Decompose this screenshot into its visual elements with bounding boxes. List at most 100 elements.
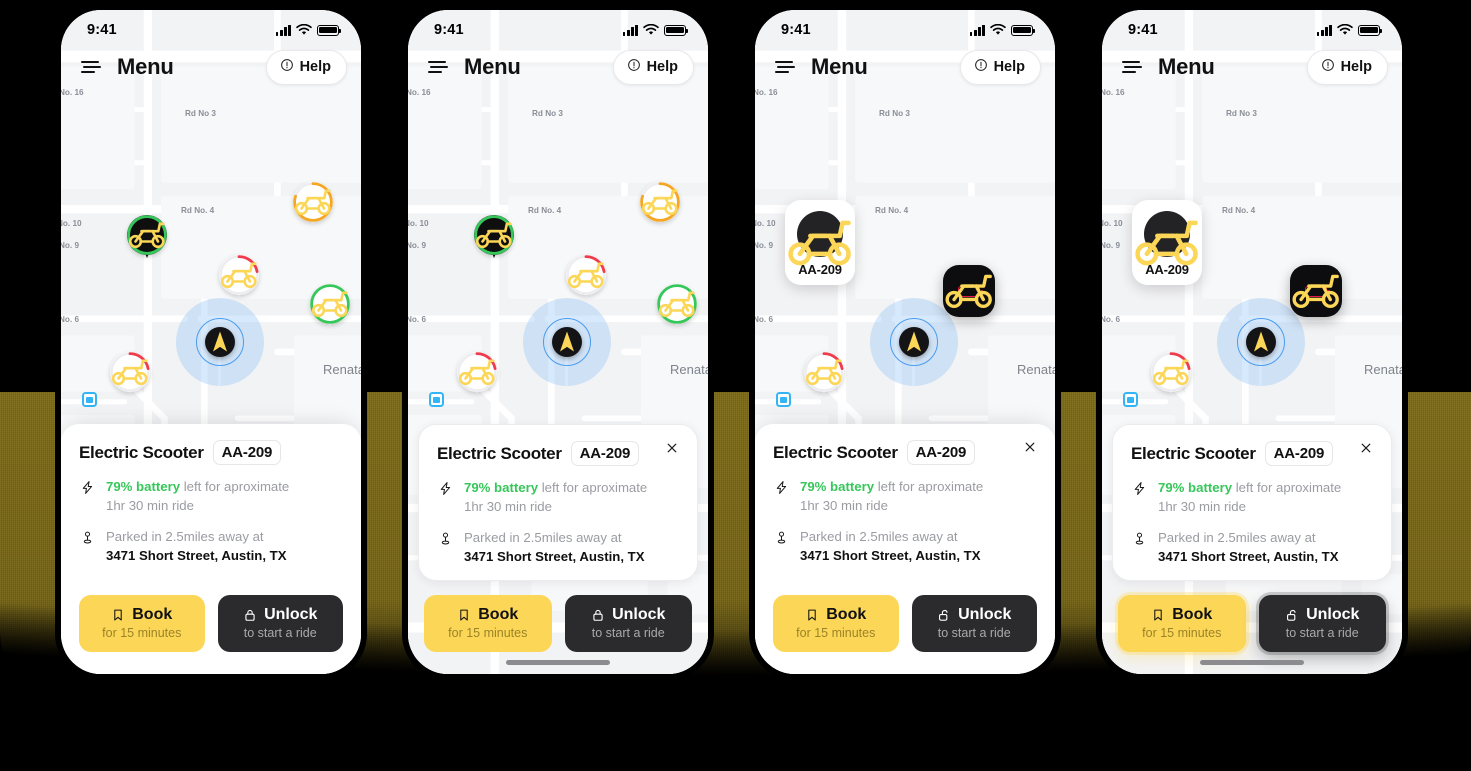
map-pin-body	[127, 215, 167, 255]
map-pin-body	[110, 352, 150, 392]
status-icons	[622, 24, 688, 36]
bottom-sheet: Electric Scooter AA-209 79% battery left f…	[418, 424, 698, 674]
help-button[interactable]: Help	[959, 49, 1041, 85]
scooter-info-card: Electric Scooter AA-209 79% battery left f…	[1112, 424, 1392, 581]
map-pin-scooter[interactable]	[1151, 352, 1191, 395]
transit-station-icon[interactable]	[429, 392, 444, 407]
battery-text: 79% battery left for aproximate 1hr 30 mi…	[800, 479, 984, 513]
hamburger-menu-icon[interactable]	[79, 57, 103, 78]
book-button-label: Book	[111, 606, 172, 624]
unlock-button[interactable]: Unlock to start a ride	[911, 595, 1037, 652]
map-pin-scooter[interactable]	[127, 215, 167, 258]
status-bar: 9:41	[61, 10, 361, 44]
wifi-icon	[643, 24, 659, 35]
card-header: Electric Scooter AA-209	[437, 441, 679, 466]
map-street-label: No. 6	[1102, 315, 1121, 324]
unlock-button[interactable]: Unlock to start a ride	[217, 595, 343, 652]
unlock-button-subtext: to start a ride	[937, 626, 1011, 640]
hamburger-menu-icon[interactable]	[773, 57, 797, 78]
battery-icon	[1358, 24, 1382, 36]
location-text: Parked in 2.5miles away at 3471 Short Str…	[800, 529, 981, 563]
page-title: Menu	[464, 54, 521, 79]
unlock-button-subtext: to start a ride	[243, 626, 317, 640]
card-title: Electric Scooter	[437, 443, 562, 463]
map-pin-scooter[interactable]	[566, 255, 606, 298]
transit-station-icon[interactable]	[1123, 392, 1138, 407]
unlock-button[interactable]: Unlock to start a ride	[564, 595, 692, 652]
status-bar: 9:41	[1102, 10, 1402, 44]
signal-bars-icon	[622, 24, 638, 36]
map-pin-scooter[interactable]	[293, 182, 333, 225]
map-pin-scooter[interactable]	[657, 284, 697, 327]
map-street-label: No. 10	[408, 219, 429, 228]
location-row: Parked in 2.5miles away at 3471 Short Str…	[773, 528, 1037, 565]
location-row: Parked in 2.5miles away at 3471 Short Str…	[79, 528, 343, 565]
book-button[interactable]: Book for 15 minutes	[424, 595, 552, 652]
phone-screen: No. 16Rd No 3Rd No. 4No. 10No. 9No. 6Ren…	[755, 10, 1055, 674]
signal-bars-icon	[969, 24, 985, 36]
phone-4: No. 16Rd No 3Rd No. 4No. 10No. 9No. 6Ren…	[1096, 4, 1408, 680]
top-bar: Menu Help	[408, 44, 708, 90]
close-card-button[interactable]	[1356, 438, 1376, 458]
bottom-sheet: Electric Scooter AA-209 79% battery left f…	[61, 424, 361, 674]
map-pin-icon	[437, 529, 454, 566]
close-card-button[interactable]	[662, 438, 682, 458]
map-pin-body	[457, 352, 497, 392]
map-street-label: No. 6	[61, 315, 80, 324]
signal-bars-icon	[1316, 24, 1332, 36]
help-button-label: Help	[993, 59, 1025, 75]
close-card-button[interactable]	[1020, 437, 1040, 457]
map-street-label: No. 10	[755, 219, 776, 228]
unlock-button-label: Unlock	[591, 606, 665, 624]
map-pin-scooter[interactable]	[457, 352, 497, 395]
transit-station-icon[interactable]	[776, 392, 791, 407]
book-button[interactable]: Book for 15 minutes	[773, 595, 899, 652]
card-title: Electric Scooter	[79, 442, 204, 462]
map-pin-scooter[interactable]	[110, 352, 150, 395]
location-text: Parked in 2.5miles away at 3471 Short Str…	[106, 529, 287, 563]
book-button-subtext: for 15 minutes	[796, 626, 876, 640]
map-street-label: No. 6	[408, 315, 427, 324]
scooter-plate-badge: AA-209	[212, 440, 282, 465]
top-bar: Menu Help	[755, 44, 1055, 90]
help-button[interactable]: Help	[265, 49, 347, 85]
user-location-marker	[523, 298, 611, 386]
status-icons	[275, 24, 341, 36]
status-time: 9:41	[87, 22, 117, 38]
map-street-label: Rd No. 4	[1222, 206, 1256, 215]
map-pin-scooter[interactable]	[804, 352, 844, 395]
hamburger-menu-icon[interactable]	[1120, 57, 1144, 78]
map-street-label: Rd No. 4	[181, 206, 215, 215]
status-icons	[1316, 24, 1382, 36]
scooter-plate-badge: AA-209	[906, 440, 976, 465]
help-button[interactable]: Help	[612, 49, 694, 85]
card-title: Electric Scooter	[773, 442, 898, 462]
book-button[interactable]: Book for 15 minutes	[79, 595, 205, 652]
home-indicator	[506, 660, 610, 665]
map-street-label: Renata	[670, 362, 708, 377]
map-street-label: Renata	[1364, 362, 1402, 377]
status-bar: 9:41	[755, 10, 1055, 44]
battery-icon	[1011, 24, 1035, 36]
map-pin-scooter[interactable]	[640, 182, 680, 225]
transit-station-icon[interactable]	[82, 392, 97, 407]
hamburger-menu-icon[interactable]	[426, 57, 450, 78]
user-location-marker	[176, 298, 264, 386]
map-pin-scooter[interactable]	[219, 255, 259, 298]
map-pin-body	[640, 182, 680, 222]
map-street-label: Rd No 3	[1226, 109, 1257, 118]
selected-scooter-callout[interactable]: AA-209	[1132, 200, 1202, 285]
help-button[interactable]: Help	[1306, 49, 1388, 85]
card-header: Electric Scooter AA-209	[79, 440, 343, 465]
book-button-label: Book	[1151, 606, 1212, 624]
map-pin-scooter[interactable]	[474, 215, 514, 258]
selected-scooter-callout[interactable]: AA-209	[785, 200, 855, 285]
low-battery-scooter-marker[interactable]	[1290, 265, 1342, 317]
low-battery-scooter-marker[interactable]	[943, 265, 995, 317]
unlock-button[interactable]: Unlock to start a ride	[1258, 595, 1386, 652]
book-button[interactable]: Book for 15 minutes	[1118, 595, 1246, 652]
battery-text: 79% battery left for aproximate 1hr 30 mi…	[464, 480, 648, 514]
map-pin-scooter[interactable]	[310, 284, 350, 327]
info-circle-icon	[1321, 58, 1335, 77]
lightning-bolt-icon	[1131, 479, 1148, 516]
